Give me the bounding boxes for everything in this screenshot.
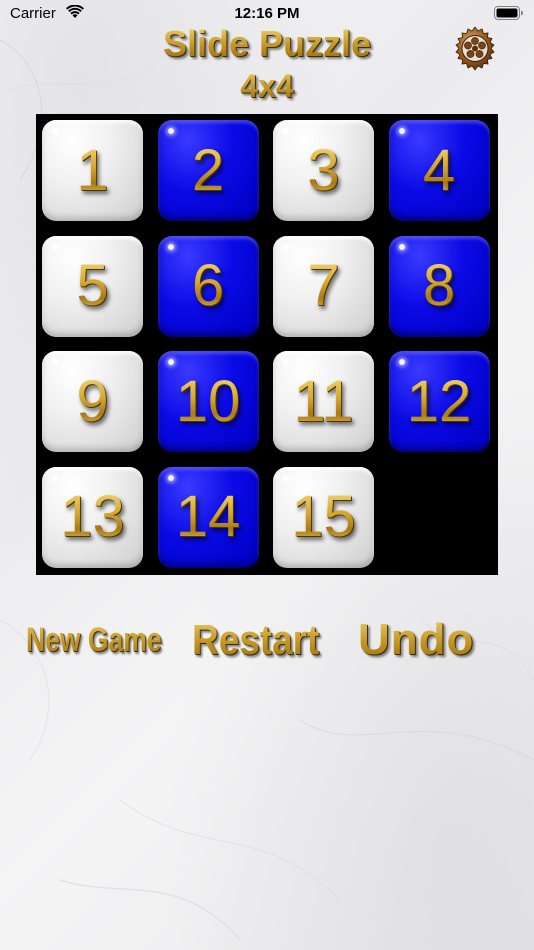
puzzle-tile[interactable]: 5 <box>42 235 143 337</box>
tile-highlight <box>52 243 58 250</box>
action-bar: New Game Restart Undo <box>0 612 534 668</box>
status-time: 12:16 PM <box>234 5 300 22</box>
tile-highlight <box>398 243 405 250</box>
puzzle-tile[interactable]: 12 <box>388 351 490 452</box>
tile-highlight <box>167 243 174 250</box>
undo-button[interactable]: Undo <box>358 612 474 668</box>
puzzle-tile[interactable]: 14 <box>157 466 259 568</box>
tile-highlight <box>283 128 289 134</box>
puzzle-tile[interactable]: 8 <box>388 235 490 337</box>
tile-number: 13 <box>60 484 125 549</box>
tile-highlight <box>283 474 289 481</box>
tile-highlight <box>398 359 405 365</box>
puzzle-board: 1 2 3 4 5 6 7 8 9 10 11 12 13 14 15 <box>36 114 498 575</box>
puzzle-tile[interactable]: 9 <box>42 351 143 452</box>
puzzle-tile[interactable]: 11 <box>273 351 374 452</box>
tile-highlight <box>283 243 289 250</box>
tile-number: 1 <box>76 137 109 203</box>
tile-number: 10 <box>175 368 241 434</box>
puzzle-tile[interactable]: 13 <box>42 466 143 568</box>
gear-icon <box>455 26 495 71</box>
tile-number: 7 <box>307 253 340 318</box>
battery-icon <box>494 6 523 20</box>
tile-number: 11 <box>293 368 354 434</box>
settings-button[interactable] <box>452 26 498 72</box>
tile-highlight <box>167 128 174 134</box>
tile-number: 9 <box>76 368 109 434</box>
tile-number: 15 <box>291 484 356 549</box>
tile-highlight <box>52 359 58 365</box>
tile-highlight <box>52 474 58 481</box>
puzzle-tile[interactable]: 10 <box>157 351 259 452</box>
puzzle-tile[interactable]: 3 <box>273 120 374 221</box>
new-game-button[interactable]: New Game <box>26 612 162 668</box>
tile-number: 2 <box>191 137 225 203</box>
tile-number: 4 <box>422 137 456 203</box>
tile-highlight <box>167 474 174 481</box>
tile-highlight <box>398 128 405 134</box>
tile-number: 12 <box>406 368 472 434</box>
tile-highlight <box>52 128 58 134</box>
puzzle-tile[interactable]: 15 <box>273 466 374 568</box>
puzzle-tile[interactable]: 7 <box>273 235 374 337</box>
tile-number: 14 <box>175 484 241 549</box>
tile-number: 3 <box>307 137 340 203</box>
restart-button[interactable]: Restart <box>192 612 319 668</box>
puzzle-tile[interactable]: 1 <box>42 120 143 221</box>
puzzle-tile[interactable]: 4 <box>388 120 490 221</box>
puzzle-tile[interactable]: 6 <box>157 235 259 337</box>
tile-highlight <box>167 359 174 365</box>
tile-highlight <box>283 359 289 365</box>
puzzle-tile[interactable]: 2 <box>157 120 259 221</box>
tile-number: 5 <box>76 253 109 318</box>
tile-number: 6 <box>191 253 225 318</box>
tile-number: 8 <box>422 253 456 318</box>
